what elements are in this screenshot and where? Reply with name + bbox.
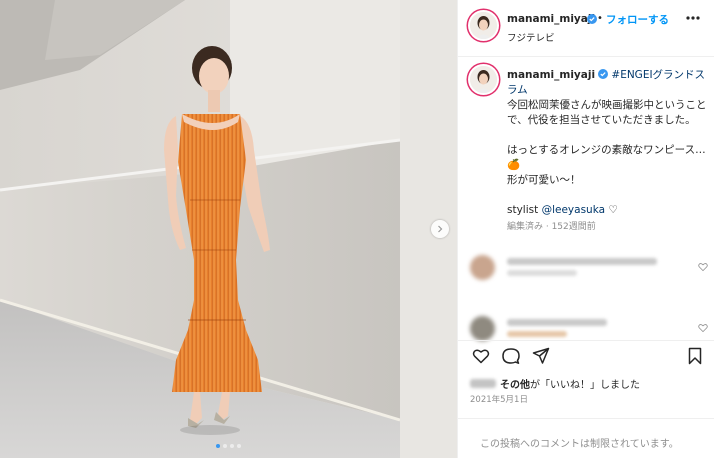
follow-button[interactable]: フォローする <box>606 12 669 27</box>
chevron-right-icon <box>438 225 443 233</box>
carousel-dot <box>230 444 234 448</box>
comment-text <box>507 258 657 265</box>
caption-meta: 編集済み · 152週間前 <box>507 222 596 232</box>
post-header: manami_miyaji • フォローする フジテレビ <box>458 0 714 57</box>
heart-icon[interactable] <box>698 323 708 333</box>
carousel-dot <box>216 444 220 448</box>
verified-icon <box>598 69 609 79</box>
post-date[interactable]: 2021年5月1日 <box>470 393 528 405</box>
avatar[interactable] <box>470 12 497 39</box>
stylist-emoji: ♡ <box>608 204 618 216</box>
caption-line: 今回松岡茉優さんが映画撮影中ということで、代役を担当させていただきました。 <box>507 99 707 126</box>
heart-icon[interactable] <box>472 347 490 365</box>
likes-suffix: が「いいね！」しました <box>530 380 640 391</box>
caption-line: はっとするオレンジの素敵なワンピース…🍊 <box>507 144 706 171</box>
heart-icon[interactable] <box>698 262 708 272</box>
header-username[interactable]: manami_miyaji <box>507 13 595 25</box>
likes-others-link[interactable]: その他 <box>500 380 530 391</box>
header-separator: • <box>597 13 603 24</box>
bookmark-icon[interactable] <box>686 347 704 365</box>
post-sidebar: manami_miyaji • フォローする フジテレビ manami_miya… <box>457 0 714 458</box>
photo-image <box>0 0 457 458</box>
avatar[interactable] <box>470 255 495 280</box>
avatar-image <box>470 66 497 93</box>
carousel-dot <box>223 444 227 448</box>
comment-text <box>507 319 607 326</box>
stylist-credit: stylist @leeyasuka ♡ <box>507 203 707 218</box>
post-photo[interactable] <box>0 0 457 458</box>
more-icon[interactable] <box>684 13 702 23</box>
next-image-button[interactable] <box>431 220 449 238</box>
verified-icon <box>587 14 597 24</box>
carousel-indicator <box>0 444 457 448</box>
stylist-mention[interactable]: @leeyasuka <box>542 204 605 216</box>
action-bar <box>458 340 714 370</box>
location-link[interactable]: フジテレビ <box>507 30 555 44</box>
list-item <box>470 255 710 281</box>
list-item <box>470 316 710 342</box>
avatar[interactable] <box>470 66 497 93</box>
comment-meta <box>507 270 577 276</box>
comment-icon[interactable] <box>502 347 520 365</box>
carousel-dot <box>237 444 241 448</box>
caption-username[interactable]: manami_miyaji <box>507 69 595 81</box>
comments-restricted-notice: この投稿へのコメントは制限されています。 <box>458 418 714 458</box>
avatar-image <box>470 12 497 39</box>
liker-name[interactable] <box>470 379 496 388</box>
stylist-label: stylist <box>507 204 539 216</box>
avatar[interactable] <box>470 316 495 341</box>
share-icon[interactable] <box>532 347 550 365</box>
caption-text: manami_miyaji #ENGEIグランドスラム 今回松岡茉優さんが映画撮… <box>507 68 707 235</box>
likes-summary: その他が「いいね！」しました <box>470 376 640 391</box>
comment-meta <box>507 331 567 337</box>
caption-line: 形が可愛い〜！ <box>507 174 581 186</box>
